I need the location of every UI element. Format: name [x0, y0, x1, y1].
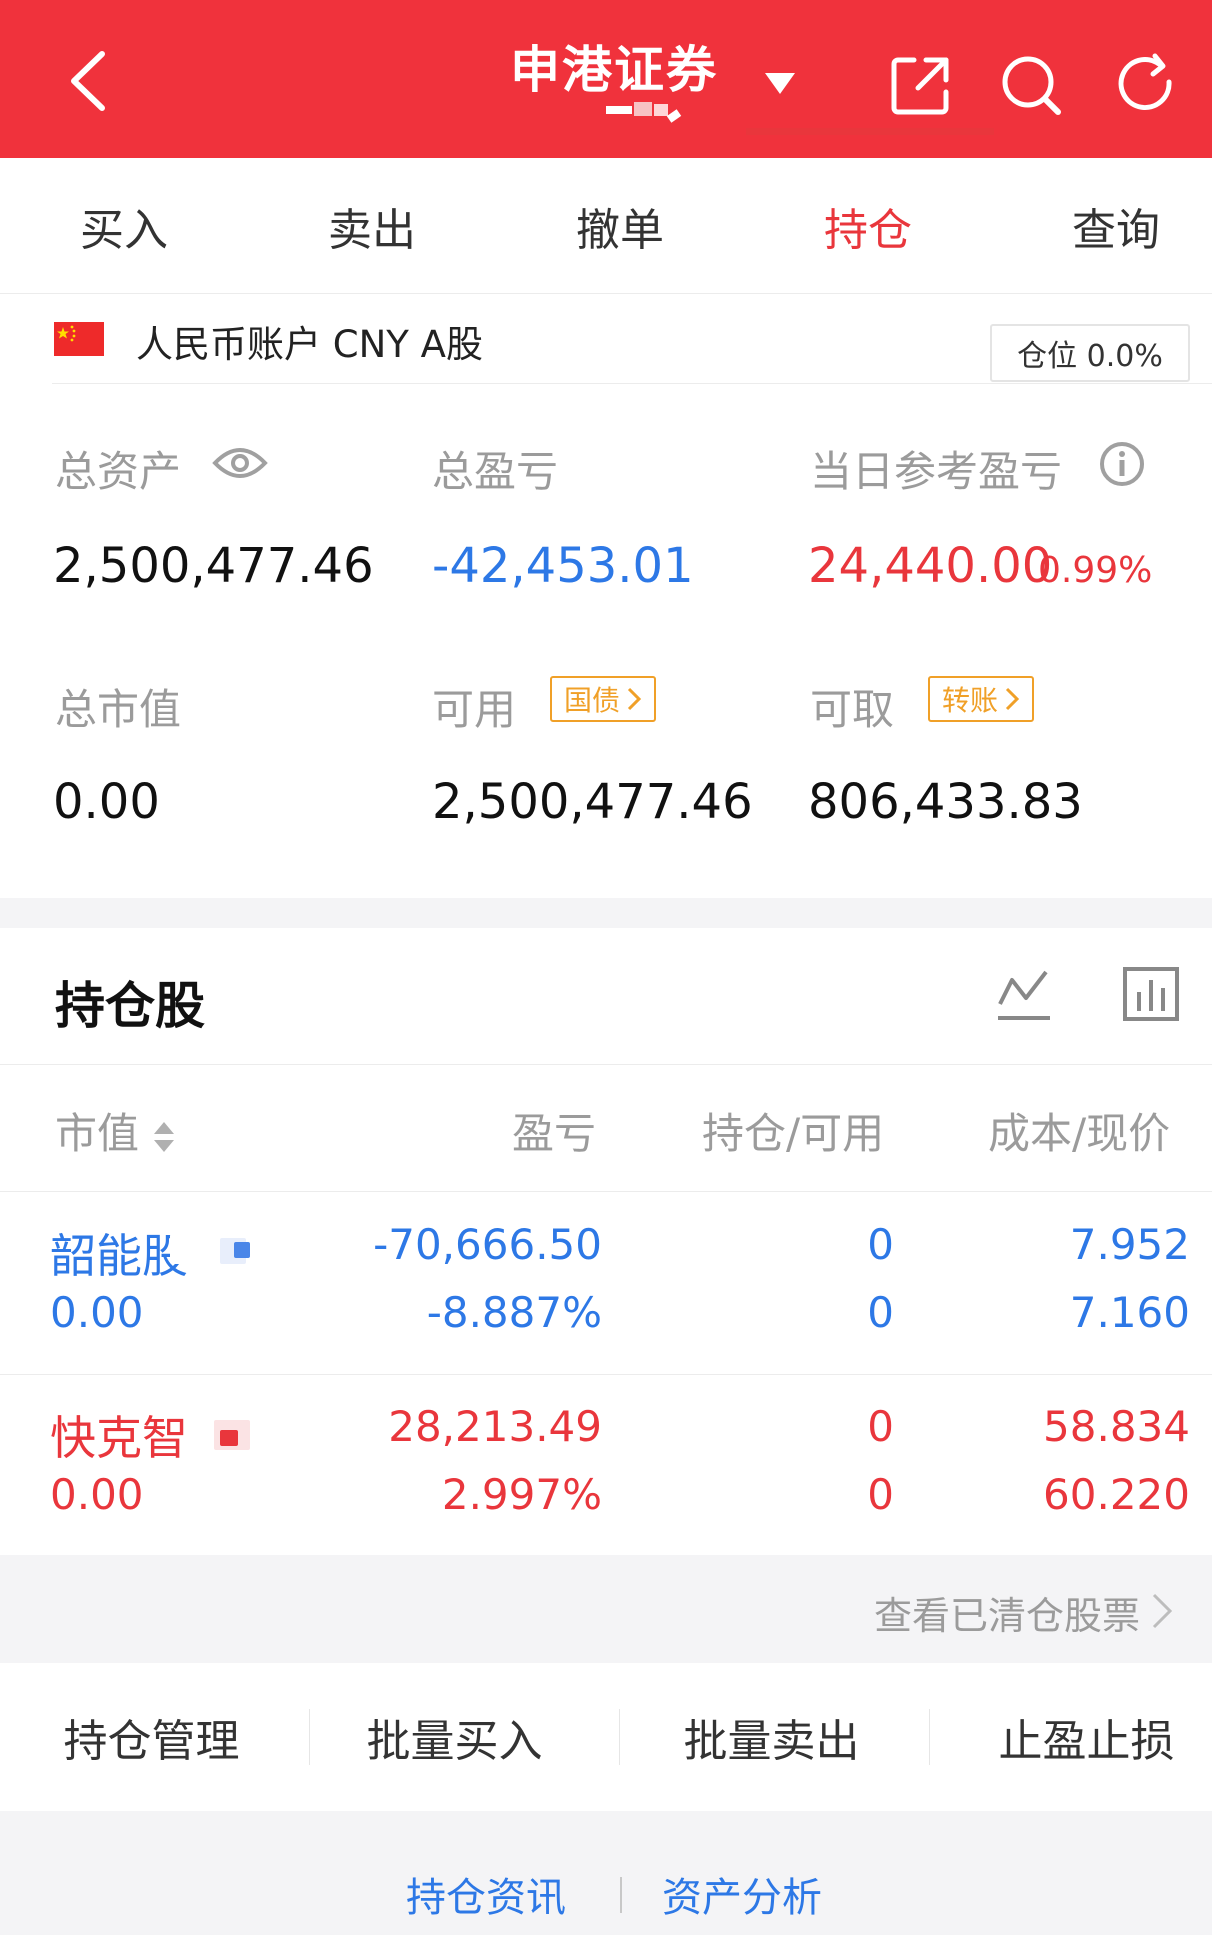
china-flag-icon [54, 322, 104, 356]
treasury-bond-tag[interactable]: 国债 [550, 676, 657, 722]
stock-price: 60.220 [1043, 1470, 1190, 1519]
footer-links: 持仓资讯 资产分析 [0, 1811, 1212, 1935]
stock-market-value: 0.00 [50, 1288, 144, 1337]
chevron-right-icon [1152, 1593, 1173, 1629]
available-value: 2,500,477.46 [432, 774, 753, 830]
batch-buy-button[interactable]: 批量买入 [303, 1663, 606, 1811]
tab-cancel-order[interactable]: 撤单 [496, 158, 744, 294]
active-tab-indicator [746, 128, 994, 135]
cleared-stocks-link[interactable]: 查看已清仓股票 [874, 1585, 1140, 1640]
trend-chart-icon[interactable] [996, 966, 1052, 1022]
position-news-link[interactable]: 持仓资讯 [406, 1865, 566, 1923]
stock-cost: 7.952 [1069, 1220, 1190, 1269]
take-profit-stop-loss-button[interactable]: 止盈止损 [935, 1663, 1212, 1811]
position-ratio-badge: 仓位 0.0% [990, 324, 1190, 382]
market-value-value: 0.00 [53, 774, 160, 830]
total-pnl-label: 总盈亏 [432, 447, 559, 496]
stock-market-value: 0.00 [50, 1470, 144, 1519]
refresh-icon[interactable] [1113, 52, 1179, 118]
cleared-stocks-bar: 查看已清仓股票 [0, 1555, 1212, 1663]
total-assets-label: 总资产 [55, 447, 182, 496]
divider [0, 1064, 1212, 1065]
top-navigation-bar: 申港证券 [0, 0, 1212, 158]
tab-query[interactable]: 查询 [992, 158, 1212, 294]
column-header-market-value[interactable]: 市值 [55, 1100, 176, 1161]
privacy-mask [190, 1416, 214, 1446]
section-divider [0, 898, 1212, 928]
holding-row[interactable]: 韶能股 0.00 -70,666.50 -8.887% 0 0 7.952 7.… [0, 1192, 1212, 1374]
column-header-cost-price: 成本/现价 [988, 1109, 1171, 1158]
privacy-mask [220, 1430, 238, 1446]
total-assets-value: 2,500,477.46 [53, 538, 374, 594]
stock-name: 韶能股 [50, 1229, 188, 1283]
transfer-tag[interactable]: 转账 [928, 676, 1035, 722]
account-label: 人民币账户 CNY A股 [136, 323, 483, 366]
stock-available: 0 [867, 1288, 894, 1337]
account-bar: 人民币账户 CNY A股 仓位 0.0% [52, 294, 1212, 384]
daily-pnl-label: 当日参考盈亏 [810, 447, 1063, 496]
column-header-market-value-label: 市值 [55, 1109, 140, 1158]
asset-analysis-link[interactable]: 资产分析 [662, 1865, 822, 1923]
privacy-mask [234, 1242, 250, 1258]
column-header-pnl: 盈亏 [512, 1109, 597, 1158]
tab-sell[interactable]: 卖出 [248, 158, 496, 294]
stock-available: 0 [867, 1470, 894, 1519]
stock-pnl-percent: 2.997% [441, 1470, 602, 1519]
action-bar: 持仓管理 批量买入 批量卖出 止盈止损 [0, 1663, 1212, 1811]
daily-pnl-percent: 0.99% [1038, 550, 1153, 591]
position-management-button[interactable]: 持仓管理 [0, 1663, 303, 1811]
stock-pnl: 28,213.49 [388, 1402, 602, 1451]
info-icon[interactable] [1098, 440, 1146, 488]
available-label: 可用 [432, 685, 517, 734]
bar-chart-icon[interactable] [1122, 966, 1180, 1022]
daily-pnl-value: 24,440.00 [808, 538, 1053, 594]
stock-position: 0 [867, 1220, 894, 1269]
divider [929, 1709, 930, 1765]
market-value-label: 总市值 [55, 685, 182, 734]
holding-row[interactable]: 快克智 0.00 28,213.49 2.997% 0 0 58.834 60.… [0, 1374, 1212, 1556]
search-icon[interactable] [998, 52, 1064, 118]
stock-name: 快克智 [50, 1411, 188, 1465]
stock-pnl: -70,666.50 [373, 1220, 602, 1269]
tab-buy[interactable]: 买入 [0, 158, 248, 294]
holdings-section-title: 持仓股 [55, 977, 205, 1035]
sort-icon [154, 1121, 175, 1152]
masked-account-number [606, 102, 682, 123]
back-arrow-icon[interactable] [58, 46, 118, 116]
stock-cost: 58.834 [1043, 1402, 1190, 1451]
column-header-position-available: 持仓/可用 [702, 1109, 885, 1158]
treasury-bond-tag-label: 国债 [564, 684, 621, 717]
broker-selector[interactable]: 申港证券 [480, 24, 810, 134]
withdrawable-value: 806,433.83 [808, 774, 1083, 830]
batch-sell-button[interactable]: 批量卖出 [620, 1663, 923, 1811]
withdrawable-label: 可取 [810, 685, 895, 734]
chevron-right-icon [1005, 687, 1020, 711]
caret-down-icon [765, 73, 795, 94]
stock-pnl-percent: -8.887% [426, 1288, 602, 1337]
eye-icon[interactable] [212, 443, 268, 483]
privacy-mask [170, 1234, 216, 1264]
tab-positions[interactable]: 持仓 [744, 158, 992, 294]
chevron-right-icon [627, 687, 642, 711]
broker-title: 申港证券 [510, 41, 718, 99]
divider [620, 1877, 622, 1913]
share-icon[interactable] [888, 52, 954, 118]
total-pnl-value: -42,453.01 [432, 538, 694, 594]
stock-price: 7.160 [1069, 1288, 1190, 1337]
stock-position: 0 [867, 1402, 894, 1451]
trade-tabs: 买入 卖出 撤单 持仓 查询 [0, 158, 1212, 294]
transfer-tag-label: 转账 [942, 684, 999, 717]
